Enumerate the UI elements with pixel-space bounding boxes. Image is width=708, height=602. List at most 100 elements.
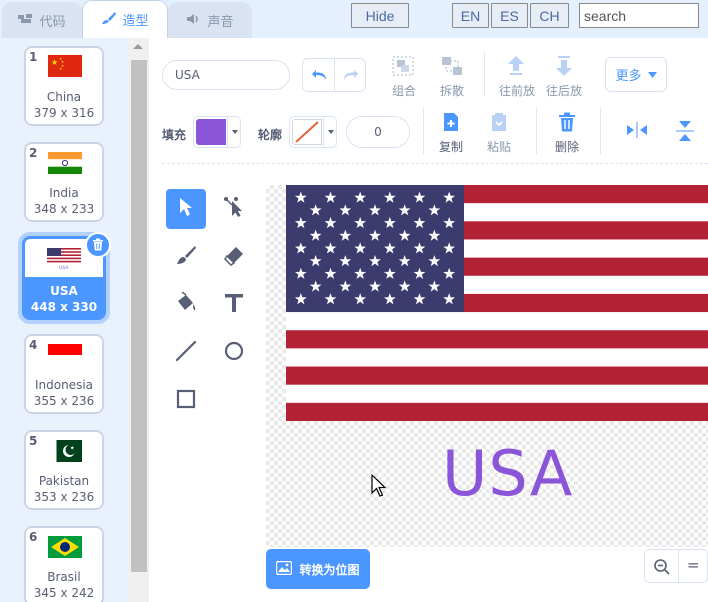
eraser-tool[interactable] (214, 237, 254, 277)
divider (423, 108, 424, 154)
circle-icon (223, 340, 245, 366)
tab-code-label: 代码 (39, 15, 66, 30)
costume-number: 5 (29, 434, 38, 448)
forward-icon[interactable] (506, 55, 526, 81)
ungroup-label[interactable]: 拆散 (434, 82, 470, 99)
delete-icon[interactable] (558, 112, 576, 136)
more-label: 更多 (615, 69, 642, 84)
zoom-out-icon[interactable] (653, 558, 671, 580)
convert-to-bitmap-button[interactable]: 转换为位图 (266, 549, 370, 589)
costume-number: 1 (29, 50, 38, 64)
flip-vertical-icon[interactable] (676, 120, 694, 146)
top-tab-bar: 代码 造型 声音 Hide EN ES CH (0, 0, 708, 38)
costume-name-input[interactable] (162, 60, 290, 90)
fill-label: 填充 (162, 128, 187, 142)
costume-item-india[interactable]: 2 India 348 x 233 (24, 142, 104, 222)
tab-sounds[interactable]: 声音 (168, 2, 252, 38)
outline-color-picker[interactable] (289, 116, 337, 148)
costume-size: 348 x 233 (33, 202, 95, 216)
flip-horizontal-icon[interactable] (626, 122, 648, 142)
usa-canvas-text[interactable]: USA (442, 437, 573, 510)
china-flag-thumbnail: ★ ★ ★ ★ ★ (48, 55, 82, 77)
usa-flag-image[interactable] (286, 185, 708, 421)
undo-redo-group (302, 58, 366, 92)
outline-swatch-none (292, 119, 322, 145)
convert-label: 转换为位图 (299, 562, 360, 577)
drawing-canvas[interactable]: USA (266, 185, 708, 547)
backward-label[interactable]: 往后放 (543, 82, 585, 99)
select-tool[interactable] (166, 189, 206, 229)
divider (600, 108, 601, 154)
tab-code[interactable]: 代码 (2, 2, 82, 38)
scroll-up-arrow-icon[interactable] (133, 44, 143, 49)
divider (678, 550, 679, 582)
costume-name: Brasil (47, 570, 81, 584)
rectangle-icon (175, 388, 197, 414)
circle-tool[interactable] (214, 333, 254, 373)
code-icon (18, 13, 34, 29)
copy-icon[interactable] (442, 112, 460, 136)
zoom-reset-button[interactable]: = (687, 556, 700, 574)
tab-costumes[interactable]: 造型 (82, 0, 168, 38)
usa-flag-thumbnail: USA (47, 248, 81, 270)
costume-item-brasil[interactable]: 6 Brasil 345 x 242 (24, 526, 104, 602)
delete-label[interactable]: 删除 (550, 138, 584, 155)
backward-icon[interactable] (554, 55, 574, 81)
costume-size: 345 x 242 (33, 586, 95, 600)
flag-stripe (286, 402, 708, 421)
paste-label[interactable]: 粘贴 (482, 138, 516, 155)
costume-number: 4 (29, 338, 38, 352)
line-tool[interactable] (166, 333, 206, 373)
image-icon (276, 560, 293, 578)
line-icon (175, 340, 197, 366)
costume-number: 2 (29, 146, 38, 160)
redo-icon[interactable] (341, 67, 359, 87)
hide-button[interactable]: Hide (351, 3, 409, 28)
costume-item-pakistan[interactable]: 5 ★ Pakistan 353 x 236 (24, 430, 104, 510)
costume-list-scrollbar[interactable] (129, 38, 149, 602)
more-button[interactable]: 更多 (605, 57, 667, 92)
fill-color-picker[interactable] (193, 116, 241, 148)
costume-name: Pakistan (38, 474, 90, 488)
delete-costume-button[interactable] (85, 232, 111, 258)
svg-text:★: ★ (70, 446, 75, 452)
indonesia-flag-thumbnail (48, 344, 82, 366)
arrow-cursor-icon (178, 197, 194, 221)
fill-dropdown-caret-icon[interactable] (227, 117, 241, 147)
undo-icon[interactable] (311, 67, 329, 87)
lang-ch-button[interactable]: CH (530, 3, 569, 28)
paintbrush-icon (101, 11, 117, 29)
reshape-tool[interactable] (214, 189, 254, 229)
lang-en-button[interactable]: EN (452, 3, 489, 28)
costume-item-china[interactable]: 1 ★ ★ ★ ★ ★ China 379 x 316 (24, 46, 104, 126)
costume-size: 355 x 236 (33, 394, 95, 408)
search-input[interactable] (579, 3, 699, 28)
copy-label[interactable]: 复制 (434, 138, 468, 155)
paste-icon[interactable] (490, 112, 508, 136)
outline-dropdown-caret-icon[interactable] (323, 117, 337, 147)
costume-item-indonesia[interactable]: 4 Indonesia 355 x 236 (24, 334, 104, 414)
costume-size: 448 x 330 (30, 300, 98, 314)
group-icon[interactable] (391, 55, 415, 81)
outline-width-input[interactable]: 0 (346, 116, 410, 148)
costume-number: 6 (29, 530, 38, 544)
text-tool[interactable] (214, 285, 254, 325)
flag-stripe (286, 330, 708, 349)
paint-bucket-icon (175, 291, 197, 318)
divider (536, 108, 537, 154)
ungroup-icon[interactable] (440, 55, 464, 81)
toolbar-divider (162, 163, 708, 164)
rectangle-tool[interactable] (166, 381, 206, 421)
brush-tool[interactable] (166, 237, 206, 277)
group-label[interactable]: 组合 (386, 82, 422, 99)
costume-name: USA (50, 284, 78, 298)
scroll-thumb[interactable] (131, 60, 147, 572)
forward-label[interactable]: 往前放 (496, 82, 538, 99)
zoom-controls: = (644, 549, 708, 583)
brush-icon (175, 244, 197, 270)
fill-tool[interactable] (166, 285, 206, 325)
caret-down-icon (647, 67, 657, 82)
text-t-icon (224, 293, 244, 317)
lang-es-button[interactable]: ES (491, 3, 528, 28)
costume-name: China (46, 90, 82, 104)
